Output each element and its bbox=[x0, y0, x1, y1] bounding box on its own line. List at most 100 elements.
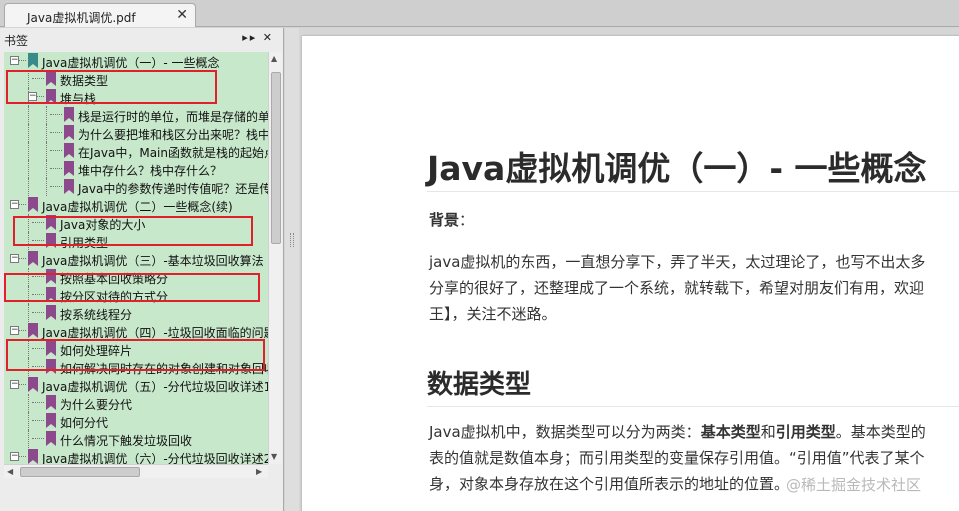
collapse-toggle-icon[interactable]: − bbox=[10, 380, 19, 389]
bookmark-item[interactable]: − Java虚拟机调优（六）-分代垃圾回收详述2 bbox=[4, 448, 268, 464]
bookmark-item[interactable]: 按系统线程分 bbox=[4, 304, 268, 322]
scroll-down-icon[interactable]: ▼ bbox=[271, 452, 277, 461]
bookmark-label: 按系统线程分 bbox=[60, 308, 133, 322]
bookmark-item[interactable]: − Java虚拟机调优（四）-垃圾回收面临的问题 bbox=[4, 322, 268, 340]
section-heading: 数据类型 bbox=[427, 370, 532, 400]
collapse-toggle-icon[interactable]: − bbox=[10, 326, 19, 335]
highlight-box bbox=[4, 273, 260, 302]
bookmark-item[interactable]: Java中的参数传递时传值呢？还是传引 bbox=[4, 178, 268, 196]
tree-line bbox=[50, 114, 62, 115]
bold-term: 基本类型 bbox=[700, 423, 761, 441]
tree-line bbox=[28, 430, 29, 448]
bookmark-item[interactable]: 堆中存什么？栈中存什么？ bbox=[4, 160, 268, 178]
bookmark-icon bbox=[28, 449, 38, 464]
tree-line bbox=[50, 150, 62, 151]
collapse-toggle-icon[interactable]: − bbox=[10, 254, 19, 263]
bookmark-icon bbox=[64, 107, 74, 122]
scroll-right-icon[interactable]: ▶ bbox=[256, 467, 262, 476]
highlight-box bbox=[13, 216, 253, 246]
bookmark-item[interactable]: 在Java中，Main函数就是栈的起始点 bbox=[4, 142, 268, 160]
close-tab-icon[interactable]: ✕ bbox=[176, 7, 188, 23]
title-divider bbox=[427, 191, 959, 192]
bookmark-icon bbox=[46, 413, 56, 428]
scroll-up-icon[interactable]: ▲ bbox=[271, 54, 277, 63]
bookmark-label: 为什么要把堆和栈区分出来呢？栈中不 bbox=[78, 128, 268, 142]
bookmark-icon bbox=[28, 251, 38, 266]
section-line: 表的值就是数值本身；而引用类型的变量保存引用值。“引用值”代表了某个 bbox=[429, 449, 925, 467]
document-tab[interactable]: Java虚拟机调优.pdf ✕ bbox=[4, 3, 196, 27]
bold-term: 引用类型 bbox=[775, 423, 836, 441]
section-text: 和 bbox=[760, 423, 776, 441]
tree-line bbox=[28, 412, 29, 430]
bookmark-item[interactable]: 什么情况下触发垃圾回收 bbox=[4, 430, 268, 448]
horizontal-scroll-thumb[interactable] bbox=[20, 467, 140, 477]
vertical-scroll-thumb[interactable] bbox=[271, 72, 281, 244]
bookmark-label: 堆中存什么？栈中存什么？ bbox=[78, 164, 223, 178]
bookmark-item[interactable]: − Java虚拟机调优（一）- 一些概念 bbox=[4, 52, 268, 70]
bookmark-item[interactable]: − Java虚拟机调优（三）-基本垃圾回收算法 bbox=[4, 250, 268, 268]
highlight-box bbox=[6, 70, 217, 104]
pdf-reader-window: Java虚拟机调优.pdf ✕ 书签 ▸▸ ✕ − Java虚拟机调优（一）- 一… bbox=[0, 0, 959, 511]
bookmark-icon bbox=[28, 53, 38, 68]
bookmark-label: Java虚拟机调优（六）-分代垃圾回收详述2 bbox=[42, 452, 268, 464]
tree-line bbox=[50, 186, 62, 187]
bookmark-icon bbox=[28, 377, 38, 392]
tree-line bbox=[46, 124, 47, 142]
bookmark-item[interactable]: 如何分代 bbox=[4, 412, 268, 430]
background-heading: 背景： bbox=[429, 209, 474, 230]
document-tab-title: Java虚拟机调优.pdf bbox=[27, 11, 136, 25]
section-text: 。基本类型的 bbox=[835, 423, 926, 441]
collapse-toggle-icon[interactable]: − bbox=[10, 452, 19, 461]
tree-line bbox=[32, 420, 44, 421]
bookmark-label: Java虚拟机调优（五）-分代垃圾回收详述1 bbox=[42, 380, 268, 394]
bookmark-label: 什么情况下触发垃圾回收 bbox=[60, 434, 193, 448]
tree-line bbox=[50, 168, 62, 169]
collapse-toggle-icon[interactable]: − bbox=[10, 56, 19, 65]
tree-line bbox=[28, 142, 29, 160]
scroll-left-icon[interactable]: ◀ bbox=[7, 467, 13, 476]
bookmark-horizontal-scrollbar[interactable]: ◀ ▶ bbox=[4, 464, 268, 478]
bookmark-icon bbox=[28, 197, 38, 212]
tree-line bbox=[28, 394, 29, 412]
bookmark-item[interactable]: − Java虚拟机调优（五）-分代垃圾回收详述1 bbox=[4, 376, 268, 394]
bookmark-label: Java虚拟机调优（三）-基本垃圾回收算法 bbox=[42, 254, 264, 268]
document-view[interactable]: Java虚拟机调优（一）- 一些概念 背景： java虚拟机的东西，一直想分享下… bbox=[299, 28, 959, 511]
tree-line bbox=[32, 402, 44, 403]
section-divider bbox=[427, 406, 959, 407]
panel-header-buttons[interactable]: ▸▸ ✕ bbox=[242, 31, 274, 44]
splitter-grip[interactable] bbox=[290, 233, 294, 247]
bookmark-vertical-scrollbar[interactable]: ▲ ▼ bbox=[268, 52, 282, 464]
tree-line bbox=[28, 304, 29, 322]
bookmark-item[interactable]: − Java虚拟机调优（二）一些概念(续) bbox=[4, 196, 268, 214]
bookmark-icon bbox=[28, 323, 38, 338]
bookmark-icon bbox=[64, 125, 74, 140]
bookmark-tree: − Java虚拟机调优（一）- 一些概念 数据类型 − 堆与栈 栈是运行时的单位，而堆是存… bbox=[4, 52, 268, 464]
collapse-toggle-icon[interactable]: − bbox=[10, 200, 19, 209]
bookmark-label: 在Java中，Main函数就是栈的起始点 bbox=[78, 146, 268, 160]
bookmark-icon bbox=[64, 179, 74, 194]
bookmark-icon bbox=[46, 305, 56, 320]
bookmark-icon bbox=[64, 161, 74, 176]
tree-line bbox=[46, 142, 47, 160]
pdf-page: Java虚拟机调优（一）- 一些概念 背景： java虚拟机的东西，一直想分享下… bbox=[302, 36, 959, 511]
highlight-box bbox=[6, 339, 265, 371]
watermark: @稀土掘金技术社区 bbox=[786, 476, 922, 494]
panel-splitter[interactable] bbox=[285, 28, 299, 511]
tree-line bbox=[28, 124, 29, 142]
bookmark-icon bbox=[46, 395, 56, 410]
bookmark-label: 栈是运行时的单位，而堆是存储的单位 bbox=[78, 110, 268, 124]
bookmark-label: Java虚拟机调优（二）一些概念(续) bbox=[42, 200, 233, 214]
bookmark-label: 为什么要分代 bbox=[60, 398, 133, 412]
intro-line: java虚拟机的东西，一直想分享下，弄了半天，太过理论了，也写不出太多 bbox=[429, 253, 926, 271]
bookmark-item[interactable]: 为什么要把堆和栈区分出来呢？栈中不 bbox=[4, 124, 268, 142]
bookmarks-panel-title: 书签 bbox=[4, 34, 29, 48]
bookmark-item[interactable]: 为什么要分代 bbox=[4, 394, 268, 412]
section-text: Java虚拟机中，数据类型可以分为两类： bbox=[429, 423, 701, 441]
intro-line: 分享的很好了，还整理成了一个系统，就转载下，希望对朋友们有用，欢迎 bbox=[429, 279, 925, 297]
bookmark-item[interactable]: 栈是运行时的单位，而堆是存储的单位 bbox=[4, 106, 268, 124]
tree-line bbox=[28, 178, 29, 196]
bookmarks-panel-header: 书签 ▸▸ ✕ bbox=[0, 28, 284, 50]
tree-line bbox=[46, 106, 47, 124]
tree-line bbox=[32, 438, 44, 439]
tree-line bbox=[50, 132, 62, 133]
